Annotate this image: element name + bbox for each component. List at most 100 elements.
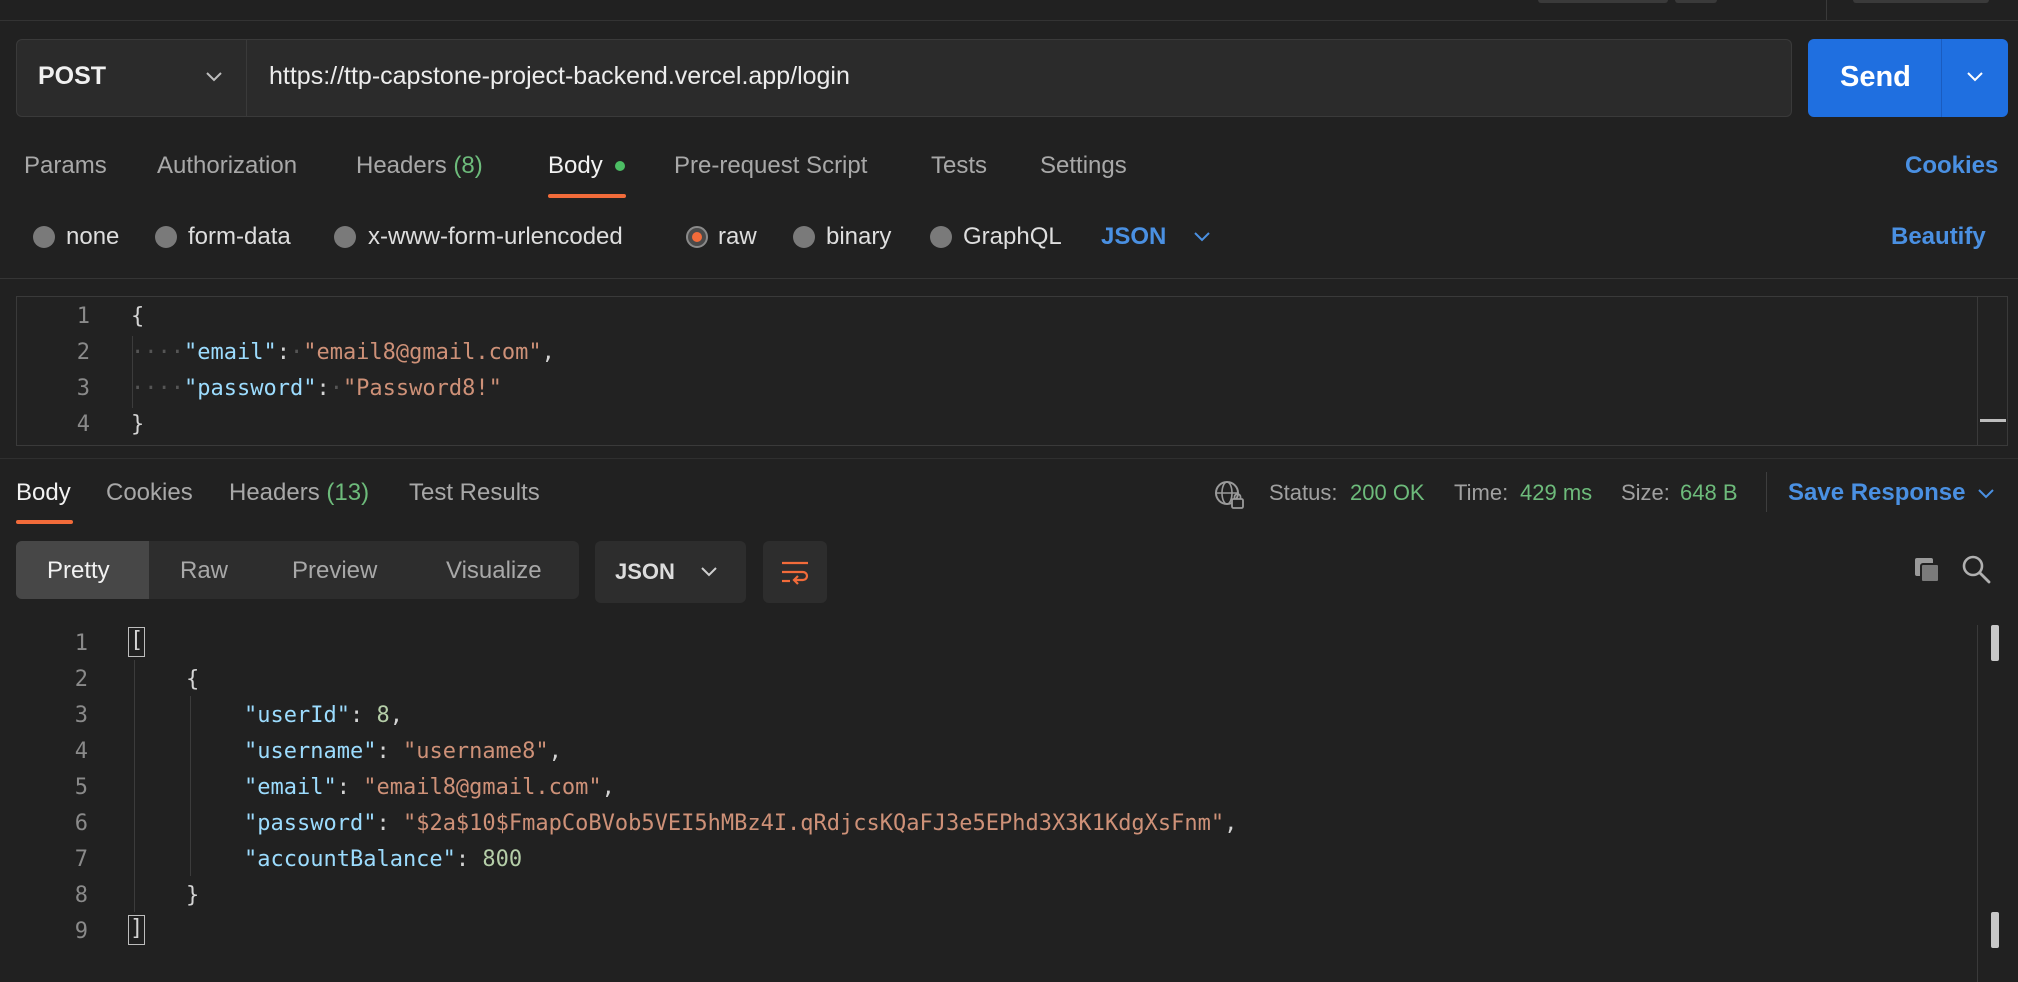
code-line: ····"password":·"Password8!" <box>131 376 502 401</box>
radio-none[interactable] <box>33 226 55 248</box>
code-line: { <box>186 667 200 692</box>
code-line: } <box>186 883 200 908</box>
view-mode-preview[interactable]: Preview <box>292 557 377 585</box>
line-number: 3 <box>76 376 90 401</box>
radio-binary[interactable] <box>793 226 815 248</box>
json-value: "email8@gmail.com" <box>303 340 542 365</box>
line-number: 7 <box>74 847 88 872</box>
radio-none-label[interactable]: none <box>66 223 119 251</box>
time-value[interactable]: 429 ms <box>1520 480 1592 506</box>
json-value: "email8@gmail.com" <box>363 775 602 800</box>
tab-tests[interactable]: Tests <box>931 152 987 180</box>
chevron-down-icon[interactable] <box>700 564 718 580</box>
radio-urlencoded[interactable] <box>334 226 356 248</box>
radio-binary-label[interactable]: binary <box>826 223 891 251</box>
size-value[interactable]: 648 B <box>1680 480 1738 506</box>
chevron-down-icon[interactable] <box>1977 486 1995 502</box>
time-label: Time: <box>1454 480 1509 505</box>
url-text[interactable]: https://ttp-capstone-project-backend.ver… <box>269 62 850 91</box>
radio-raw[interactable] <box>686 226 708 248</box>
line-number: 8 <box>74 883 88 908</box>
section-divider <box>0 458 2018 459</box>
top-toolbar-fragment <box>1675 0 1717 3</box>
request-body-editor[interactable] <box>16 296 2008 446</box>
tab-prerequest-script[interactable]: Pre-request Script <box>674 152 867 180</box>
radio-form-data-label[interactable]: form-data <box>188 223 291 251</box>
code-line: "accountBalance": 800 <box>244 847 523 872</box>
line-number: 4 <box>74 739 88 764</box>
response-format-label[interactable]: JSON <box>615 559 675 585</box>
send-divider <box>1941 39 1942 117</box>
wrap-lines-icon[interactable] <box>779 557 811 587</box>
line-number: 1 <box>74 631 88 656</box>
code-line: } <box>131 412 145 437</box>
tab-body[interactable]: Body <box>548 152 603 180</box>
json-value: 8 <box>376 703 390 728</box>
code-line: "username": "username8", <box>244 739 562 764</box>
line-number: 5 <box>74 775 88 800</box>
body-format-select[interactable]: JSON <box>1101 223 1166 251</box>
chevron-down-icon[interactable] <box>1193 229 1211 245</box>
response-tab-headers-count: (13) <box>326 479 370 506</box>
code-line: "password": "$2a$10$FmapCoBVob5VEI5hMBz4… <box>244 811 1238 836</box>
view-mode-raw[interactable]: Raw <box>180 557 228 585</box>
json-value: "$2a$10$FmapCoBVob5VEI5hMBz4I.qRdjcsKQaF… <box>402 811 1225 836</box>
tab-settings[interactable]: Settings <box>1040 152 1127 180</box>
code-line: "userId": 8, <box>244 703 403 728</box>
save-response-button[interactable]: Save Response <box>1788 479 1965 507</box>
chevron-down-icon[interactable] <box>1965 68 1985 86</box>
response-tab-headers[interactable]: Headers (13) <box>229 479 369 507</box>
line-number: 6 <box>74 811 88 836</box>
top-toolbar-divider <box>1826 0 1827 20</box>
response-tab-cookies[interactable]: Cookies <box>106 479 193 507</box>
body-modified-indicator <box>615 161 625 171</box>
copy-icon[interactable] <box>1912 555 1942 585</box>
beautify-button[interactable]: Beautify <box>1891 223 1986 251</box>
tab-headers[interactable]: Headers (8) <box>356 152 483 180</box>
scrollbar-thumb[interactable] <box>1980 419 2006 422</box>
toolbar-divider <box>1766 472 1767 512</box>
size-label: Size: <box>1621 480 1670 505</box>
active-tab-underline <box>548 194 626 198</box>
status-label: Status: <box>1269 480 1338 505</box>
tab-headers-count: (8) <box>453 152 483 179</box>
line-number: 2 <box>74 667 88 692</box>
bracket-match: ] <box>128 915 146 945</box>
section-divider <box>0 278 2018 279</box>
bracket-match: [ <box>128 627 146 657</box>
status-value[interactable]: 200 OK <box>1350 480 1425 506</box>
json-key: "accountBalance" <box>244 847 456 872</box>
code-line: "email": "email8@gmail.com", <box>244 775 615 800</box>
view-mode-visualize[interactable]: Visualize <box>446 557 542 585</box>
radio-graphql-label[interactable]: GraphQL <box>963 223 1062 251</box>
top-toolbar-fragment <box>1538 0 1668 3</box>
tab-params[interactable]: Params <box>24 152 107 180</box>
search-icon[interactable] <box>1960 553 1992 585</box>
response-tab-test-results[interactable]: Test Results <box>409 479 540 507</box>
json-key: "userId" <box>244 703 350 728</box>
response-tab-body[interactable]: Body <box>16 479 71 507</box>
json-key: "username" <box>244 739 377 764</box>
cookies-link[interactable]: Cookies <box>1905 152 1998 180</box>
radio-form-data[interactable] <box>155 226 177 248</box>
chevron-down-icon[interactable] <box>205 67 223 85</box>
json-key: "password" <box>244 811 377 836</box>
tab-authorization[interactable]: Authorization <box>157 152 297 180</box>
view-mode-pretty[interactable]: Pretty <box>47 557 110 585</box>
json-value: "username8" <box>402 739 549 764</box>
line-number: 1 <box>76 304 90 329</box>
radio-raw-label[interactable]: raw <box>718 223 757 251</box>
scrollbar-thumb[interactable] <box>1991 912 1999 948</box>
globe-lock-icon[interactable] <box>1213 479 1245 511</box>
json-key: "email" <box>244 775 337 800</box>
send-button-label[interactable]: Send <box>1840 61 1911 94</box>
json-key: "email" <box>183 340 277 365</box>
active-tab-underline <box>16 520 73 524</box>
radio-urlencoded-label[interactable]: x-www-form-urlencoded <box>368 223 623 251</box>
scrollbar-track <box>1977 625 1978 982</box>
scrollbar-thumb[interactable] <box>1991 625 1999 661</box>
indent-guide <box>190 696 191 876</box>
json-value: 800 <box>482 847 523 872</box>
radio-graphql[interactable] <box>930 226 952 248</box>
scrollbar-track <box>1977 296 1978 446</box>
